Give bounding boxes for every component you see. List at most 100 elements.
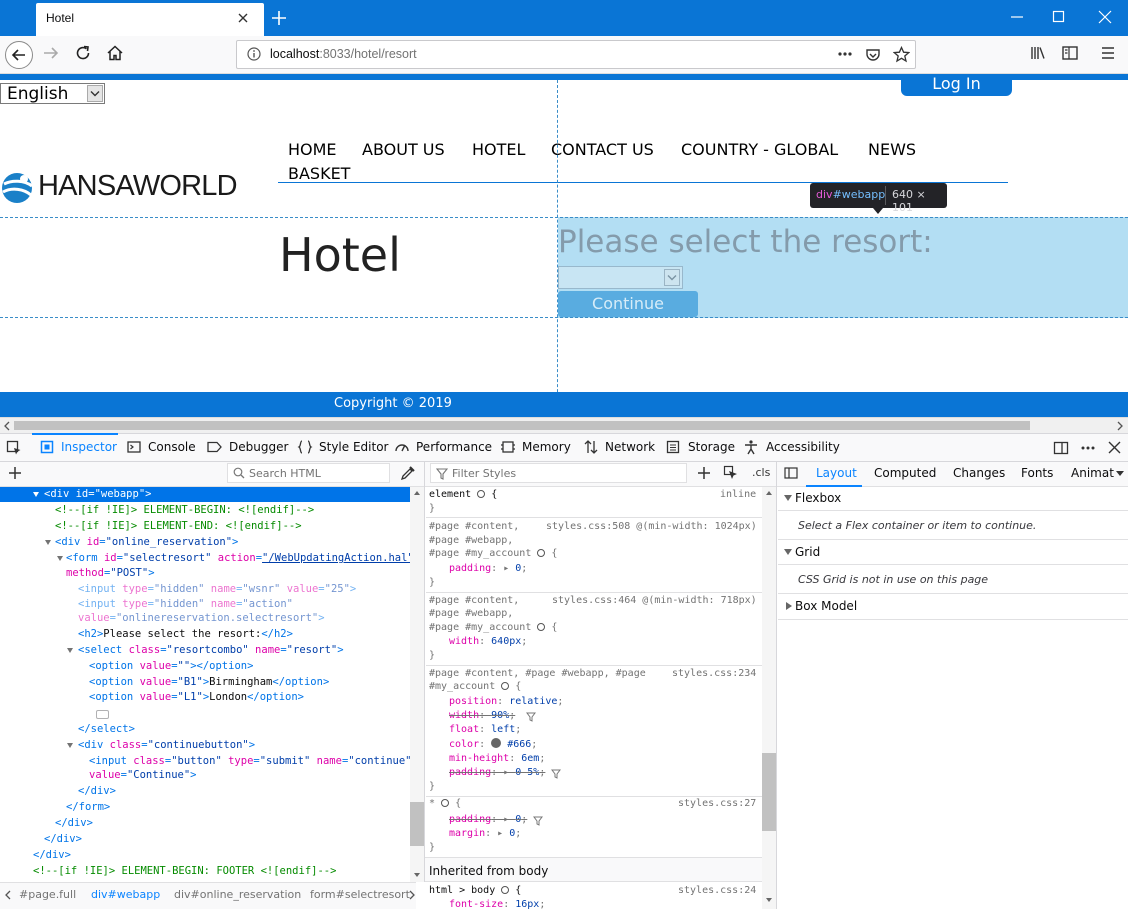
breadcrumb-item-selected[interactable]: div#webapp [91, 888, 160, 901]
hansaworld-logo[interactable]: HANSAWORLD [0, 170, 238, 206]
panel-splitter-right[interactable] [776, 462, 777, 909]
markup-node[interactable]: </div> [44, 832, 82, 846]
rule-declaration[interactable]: min-height: 6em; [449, 752, 545, 766]
horizontal-scrollbar[interactable] [0, 417, 1128, 433]
chevron-down-icon[interactable] [1115, 470, 1125, 478]
tab-style-editor[interactable]: Style Editor [319, 440, 388, 454]
minimize-icon[interactable] [1010, 10, 1024, 24]
markup-node[interactable]: <div id="online_reservation"> [55, 535, 238, 549]
bookmark-star-icon[interactable] [893, 46, 910, 63]
markup-node[interactable]: </div> [78, 784, 116, 798]
tab-changes[interactable]: Changes [953, 466, 1005, 480]
rules-scrollbar[interactable] [762, 487, 776, 909]
nav-home[interactable]: HOME [288, 140, 337, 159]
nav-hotel[interactable]: HOTEL [472, 140, 525, 159]
markup-node[interactable]: value="Continue"> [89, 768, 196, 782]
rule-declaration[interactable]: margin: ▸ 0; [449, 827, 521, 841]
filter-icon[interactable] [551, 769, 561, 779]
markup-node[interactable]: value="onlinereservation.selectresort"> [78, 611, 325, 625]
markup-node[interactable]: <input type="hidden" name="action" [78, 597, 293, 611]
scroll-right-icon[interactable] [1116, 421, 1124, 431]
new-tab-icon[interactable] [270, 9, 288, 27]
rule-selector[interactable]: #page #my_account { [429, 621, 557, 635]
library-icon[interactable] [1029, 44, 1047, 62]
rule-selector[interactable]: html > body { [429, 884, 521, 898]
rule-source[interactable]: styles.css:508 @(min-width: 1024px) [546, 520, 757, 534]
eyedropper-icon[interactable] [400, 465, 416, 481]
selected-node-row[interactable]: <div id="webapp"> [0, 487, 410, 502]
rule-source[interactable]: styles.css:234 [672, 667, 756, 681]
breadcrumb-item[interactable]: div#online_reservation [174, 888, 301, 901]
collapsed-triangle-icon[interactable] [785, 602, 793, 610]
markup-node[interactable]: <option value=""></option> [89, 659, 253, 673]
markup-node[interactable]: </form> [66, 800, 110, 814]
back-icon[interactable] [4, 40, 34, 70]
close-devtools-icon[interactable] [1108, 441, 1121, 454]
rule-source[interactable]: styles.css:464 @(min-width: 718px) [552, 594, 757, 608]
rule-declaration[interactable]: width: 640px; [449, 635, 527, 649]
markup-node[interactable]: <div class="continuebutton"> [78, 738, 255, 752]
sidebar-icon[interactable] [1061, 44, 1079, 62]
rule-selector[interactable]: #page #content, [429, 520, 519, 534]
markup-comment[interactable]: <!--[if !IE]> ELEMENT-BEGIN: <![endif]--… [55, 503, 314, 517]
markup-comment[interactable]: <!--[if !IE]> ELEMENT-END: <![endif]--> [55, 519, 302, 533]
add-node-icon[interactable] [8, 466, 22, 480]
browser-tab[interactable]: Hotel [36, 3, 264, 36]
tab-accessibility[interactable]: Accessibility [766, 440, 840, 454]
flexbox-section[interactable]: Flexbox [795, 491, 841, 505]
rule-selector[interactable]: * { [429, 797, 461, 811]
nav-news[interactable]: NEWS [868, 140, 916, 159]
tab-memory[interactable]: Memory [522, 440, 571, 454]
site-info-icon[interactable] [247, 47, 261, 61]
rule-declaration[interactable]: position: relative; [449, 695, 563, 709]
markup-comment[interactable]: <!--[if !IE]> ELEMENT-BEGIN: FOOTER <![e… [33, 864, 336, 878]
rule-source[interactable]: styles.css:27 [678, 797, 756, 811]
nav-about-us[interactable]: ABOUT US [362, 140, 445, 159]
scrollbar-thumb[interactable] [14, 421, 1030, 430]
rule-declaration[interactable]: font-size: 16px; [449, 898, 545, 909]
markup-node[interactable]: <option value="L1">London</option> [89, 690, 304, 704]
expand-triangle-icon[interactable] [784, 548, 792, 556]
resort-select[interactable] [558, 266, 683, 289]
rule-selector[interactable]: #page #my_account { [429, 547, 557, 561]
breadcrumb-item[interactable]: form#selectresort [310, 888, 410, 901]
collapsed-node-icon[interactable] [96, 710, 109, 719]
login-button[interactable]: Log In [901, 74, 1012, 96]
expand-triangle-icon[interactable] [784, 494, 792, 502]
tab-console[interactable]: Console [148, 440, 196, 454]
home-icon[interactable] [106, 44, 124, 62]
close-tab-icon[interactable] [236, 11, 250, 25]
tab-network[interactable]: Network [605, 440, 655, 454]
markup-scrollbar[interactable] [410, 487, 424, 882]
tab-storage[interactable]: Storage [688, 440, 735, 454]
tab-debugger[interactable]: Debugger [229, 440, 288, 454]
grid-section[interactable]: Grid [795, 545, 820, 559]
rule-selector[interactable]: #page #content, [429, 594, 519, 608]
maximize-icon[interactable] [1052, 10, 1066, 24]
markup-node[interactable]: <h2>Please select the resort:</h2> [78, 627, 293, 641]
markup-node[interactable]: <option value="B1">Birmingham</option> [89, 675, 329, 689]
url-bar[interactable]: localhost:8033/hotel/resort [236, 40, 916, 69]
breadcrumb-item[interactable]: #page.full [19, 888, 76, 901]
rule-declaration-overridden[interactable]: width: 90%; [449, 709, 515, 723]
toggle-pseudo-icon[interactable] [723, 465, 739, 481]
tab-animations[interactable]: Animat [1071, 466, 1114, 480]
more-options-icon[interactable] [1080, 441, 1096, 455]
add-rule-icon[interactable] [697, 466, 711, 480]
rule-element[interactable]: element { [429, 488, 497, 502]
markup-node[interactable]: <select class="resortcombo" name="resort… [78, 643, 344, 657]
pocket-icon[interactable] [865, 47, 881, 63]
rule-declaration[interactable]: float: left; [449, 723, 521, 737]
toggle-sidebar-icon[interactable] [784, 467, 798, 479]
nav-country-global[interactable]: COUNTRY - GLOBAL [681, 140, 838, 159]
rule-declaration[interactable]: padding: ▸ 0; [449, 562, 527, 576]
close-window-icon[interactable] [1098, 10, 1112, 24]
continue-button[interactable]: Continue [558, 291, 698, 317]
nav-basket[interactable]: BASKET [288, 164, 350, 183]
dock-icon[interactable] [1053, 440, 1069, 456]
menu-icon[interactable] [1099, 44, 1117, 62]
filter-icon[interactable] [526, 712, 536, 722]
rule-selector[interactable]: #page #webapp, [429, 534, 513, 548]
tab-computed[interactable]: Computed [874, 466, 936, 480]
reload-icon[interactable] [74, 44, 92, 62]
